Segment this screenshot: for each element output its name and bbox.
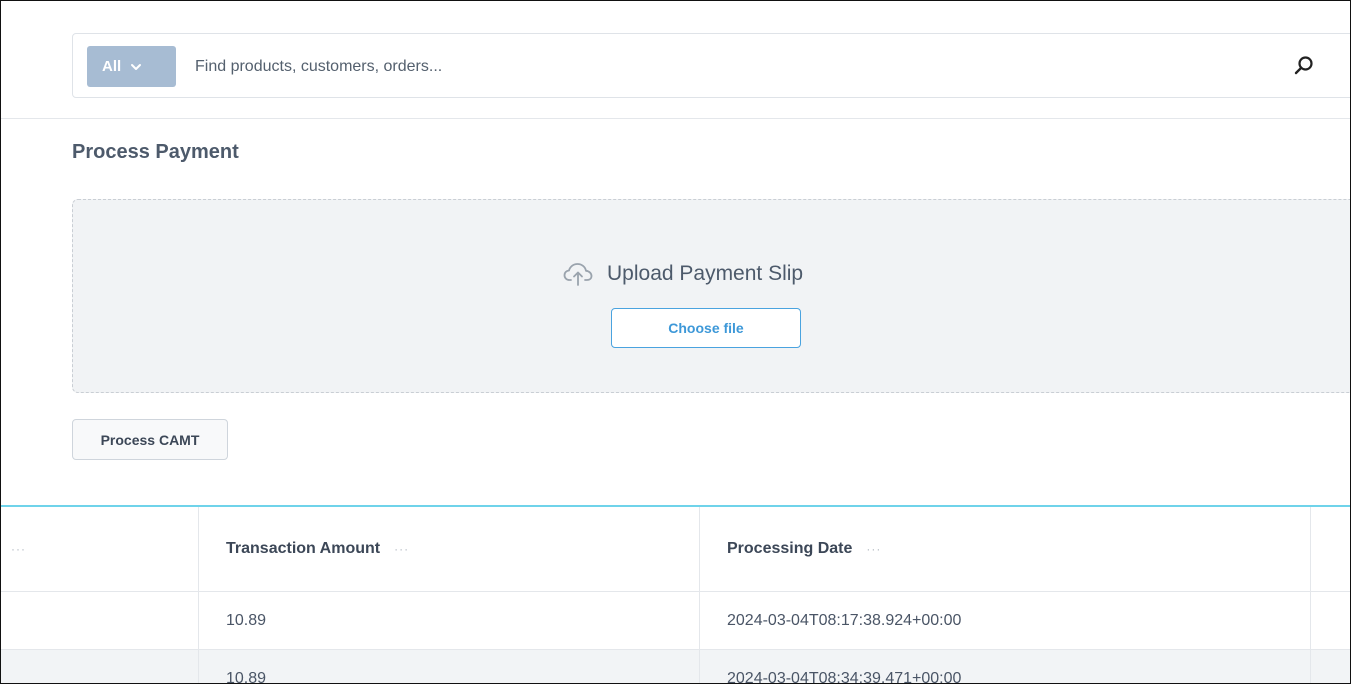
search-scope-dropdown[interactable]: All [87, 46, 176, 87]
search-input[interactable] [195, 46, 1275, 87]
transactions-table: ··· Transaction Amount ··· Processing Da… [1, 507, 1350, 683]
table-cell [1, 592, 199, 649]
processing-date-cell: 2024-03-04T08:34:39.471+00:00 [700, 650, 1311, 683]
column-menu-icon[interactable]: ··· [394, 542, 409, 556]
processing-date-cell: 2024-03-04T08:17:38.924+00:00 [700, 592, 1311, 649]
column-header-label: Processing Date [727, 540, 853, 557]
table-row[interactable]: 10.89 2024-03-04T08:17:38.924+00:00 [1, 592, 1350, 650]
payment-slip-dropzone[interactable]: Upload Payment Slip Choose file [72, 199, 1350, 393]
global-search-bar: All [72, 33, 1350, 98]
header-divider [1, 118, 1350, 119]
app-frame: All Process Payment Upload Payment Slip … [0, 0, 1351, 684]
table-header-row: ··· Transaction Amount ··· Processing Da… [1, 507, 1350, 592]
column-header-processing-date[interactable]: Processing Date ··· [700, 507, 1311, 591]
table-cell [1311, 592, 1350, 649]
column-header: ··· [1, 507, 199, 591]
process-camt-button[interactable]: Process CAMT [72, 419, 228, 460]
page-title: Process Payment [72, 141, 239, 163]
column-header-label: Transaction Amount [226, 540, 381, 557]
search-scope-label: All [102, 58, 122, 75]
column-menu-icon[interactable]: ··· [11, 542, 26, 556]
search-icon[interactable] [1292, 54, 1316, 78]
transaction-amount-cell: 10.89 [199, 650, 700, 683]
upload-heading: Upload Payment Slip [563, 258, 803, 290]
transaction-amount-cell: 10.89 [199, 592, 700, 649]
table-row[interactable]: 10.89 2024-03-04T08:34:39.471+00:00 [1, 650, 1350, 683]
column-menu-icon[interactable]: ··· [866, 542, 881, 556]
table-cell [1311, 650, 1350, 683]
table-cell [1, 650, 199, 683]
column-header [1311, 507, 1350, 591]
chevron-down-icon [131, 63, 142, 70]
choose-file-button[interactable]: Choose file [611, 308, 801, 348]
upload-label: Upload Payment Slip [607, 262, 804, 285]
cloud-upload-icon [563, 263, 593, 286]
column-header-transaction-amount[interactable]: Transaction Amount ··· [199, 507, 700, 591]
